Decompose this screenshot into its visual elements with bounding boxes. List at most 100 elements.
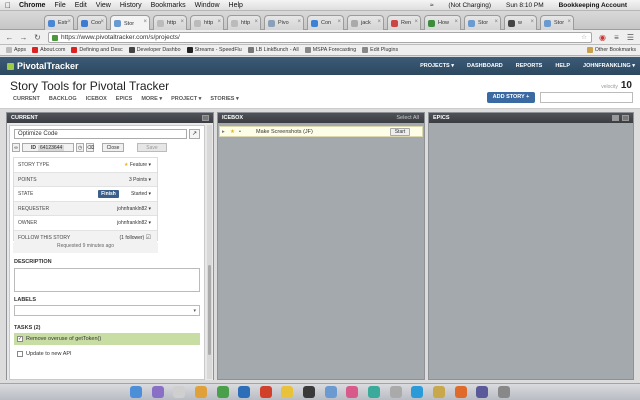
checkbox-icon[interactable] (17, 351, 23, 357)
browser-tab[interactable]: Ren × (387, 15, 421, 30)
browser-tab-active[interactable]: Stor × (110, 15, 150, 31)
close-icon[interactable]: × (377, 19, 381, 25)
start-button[interactable]: Start (390, 128, 410, 136)
points-select[interactable]: 3 Points ▾ (129, 173, 151, 187)
app-icon[interactable] (238, 386, 251, 398)
tracker-logo[interactable]: PivotalTracker (7, 61, 79, 71)
nav-projects[interactable]: PROJECTS ▾ (420, 63, 454, 69)
expand-icon[interactable]: ↗ (189, 129, 200, 139)
checkbox-checked-icon[interactable]: ✓ (17, 336, 23, 342)
menu-view[interactable]: View (96, 2, 111, 9)
close-icon[interactable]: × (297, 19, 301, 25)
task-item[interactable]: Update to new API (14, 348, 200, 360)
bookmark-item[interactable]: Developer Dashbo (128, 47, 181, 53)
bookmark-item[interactable]: MSPA Forecasting (304, 47, 356, 53)
browser-tab[interactable]: Stor × (540, 15, 574, 30)
close-icon[interactable]: × (530, 19, 534, 25)
app-icon[interactable] (259, 386, 272, 398)
tab-stories[interactable]: STORIES ▾ (210, 96, 238, 102)
close-icon[interactable]: × (567, 19, 571, 25)
select-all-link[interactable]: Select All (396, 113, 419, 123)
state-select[interactable]: Started ▾ (131, 187, 151, 201)
browser-tab[interactable]: http × (190, 15, 224, 30)
menu-window[interactable]: Window (195, 2, 220, 9)
close-icon[interactable]: × (67, 19, 71, 25)
tab-current[interactable]: CURRENT (13, 96, 40, 102)
app-icon[interactable] (389, 386, 402, 398)
nav-help[interactable]: HELP (555, 63, 570, 69)
app-icon[interactable] (454, 386, 467, 398)
close-button[interactable]: Close (102, 143, 124, 152)
tab-icebox[interactable]: ICEBOX (86, 96, 107, 102)
menu-bookmarks[interactable]: Bookmarks (151, 2, 186, 9)
app-icon[interactable] (194, 386, 207, 398)
close-icon[interactable]: × (100, 19, 104, 25)
owner-select[interactable]: johnfrankln82 ▾ (117, 216, 151, 230)
nav-user-menu[interactable]: JOHNFRANKLING ▾ (583, 63, 635, 69)
app-icon[interactable] (216, 386, 229, 398)
browser-tab[interactable]: jack × (347, 15, 384, 30)
app-icon[interactable] (411, 386, 424, 398)
app-icon[interactable] (151, 386, 164, 398)
trash-icon[interactable] (497, 386, 510, 398)
add-epic-icon[interactable] (612, 115, 619, 121)
panel-scrollbar[interactable] (207, 125, 212, 379)
nav-dashboard[interactable]: DASHBOARD (467, 63, 503, 69)
menu-history[interactable]: History (120, 2, 142, 9)
bookmark-item[interactable]: Edit Plugins (362, 47, 398, 53)
bookmark-item[interactable]: Streams - SpeedFlu (186, 47, 242, 53)
star-icon[interactable]: ☆ (581, 33, 587, 43)
close-icon[interactable]: × (454, 19, 458, 25)
task-item[interactable]: ✓ Remove overuse of getToken() (14, 333, 200, 345)
link-icon[interactable]: ∞ (12, 143, 20, 152)
tab-more[interactable]: MORE ▾ (141, 96, 162, 102)
menu-file[interactable]: File (54, 2, 65, 9)
tab-project[interactable]: PROJECT ▾ (171, 96, 201, 102)
other-bookmarks[interactable]: Other Bookmarks (586, 47, 636, 53)
story-item[interactable]: ▸ ★ • Make Screenshots (JF) Start (219, 126, 423, 137)
finder-icon[interactable] (130, 386, 142, 398)
app-icon[interactable] (432, 386, 445, 398)
apple-icon[interactable]:  (5, 1, 11, 10)
close-icon[interactable]: × (414, 19, 418, 25)
extension-icon[interactable]: ≡ (611, 32, 622, 43)
history-icon[interactable]: ◷ (76, 143, 84, 152)
menu-icon[interactable]: ☰ (625, 32, 636, 43)
address-bar[interactable]: https://www.pivotaltracker.com/s/project… (48, 32, 592, 43)
trash-icon[interactable]: ⌫ (86, 143, 94, 152)
menu-edit[interactable]: Edit (75, 2, 87, 9)
close-icon[interactable]: × (143, 19, 147, 25)
story-id[interactable]: ID 64123644 (22, 143, 74, 152)
close-icon[interactable]: × (180, 19, 184, 25)
battery-status[interactable]: (Not Charging) (448, 2, 491, 9)
browser-tab[interactable]: Estr × (44, 15, 74, 30)
app-icon[interactable] (173, 386, 186, 398)
tab-backlog[interactable]: BACKLOG (49, 96, 77, 102)
search-input[interactable] (540, 92, 633, 103)
browser-tab[interactable]: Coo × (77, 15, 107, 30)
labels-select[interactable]: ▾ (14, 305, 200, 316)
close-icon[interactable]: × (494, 19, 498, 25)
scrollbar-thumb[interactable] (208, 265, 211, 355)
browser-tab[interactable]: Con × (307, 15, 344, 30)
close-icon[interactable]: × (337, 19, 341, 25)
browser-tab[interactable]: w × (504, 15, 537, 30)
menu-help[interactable]: Help (229, 2, 243, 9)
back-arrow-icon[interactable]: ← (4, 32, 15, 43)
expand-arrow-icon[interactable]: ▸ (222, 127, 225, 137)
finish-button[interactable]: Finish (98, 190, 119, 198)
nav-reports[interactable]: REPORTS (516, 63, 543, 69)
story-title-input[interactable]: Optimize Code (14, 129, 187, 139)
forward-arrow-icon[interactable]: → (18, 32, 29, 43)
close-icon[interactable] (622, 115, 629, 121)
close-icon[interactable]: × (217, 19, 221, 25)
app-icon[interactable] (281, 386, 294, 398)
app-icon[interactable] (368, 386, 381, 398)
account-menu[interactable]: Bookkeeping Account (559, 2, 627, 9)
menu-app-name[interactable]: Chrome (19, 2, 45, 9)
requester-select[interactable]: johnfrankln82 ▾ (117, 202, 151, 216)
app-icon[interactable] (346, 386, 359, 398)
browser-tab[interactable]: Stor × (464, 15, 501, 30)
bookmark-item[interactable]: About.com (32, 47, 65, 53)
wifi-icon[interactable]: ≈ (430, 2, 434, 9)
